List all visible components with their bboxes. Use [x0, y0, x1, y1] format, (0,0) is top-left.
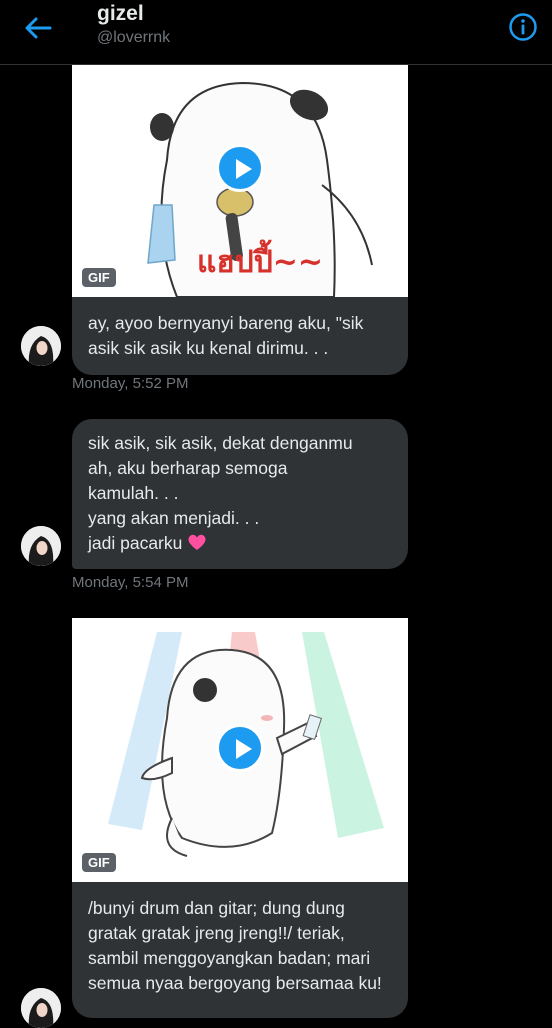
gif-badge: GIF — [82, 853, 116, 872]
message-text: sik asik, sik asik, dekat denganmu ah, a… — [72, 419, 408, 570]
message-text: ay, ayoo bernyanyi bareng aku, "sik asik… — [88, 313, 364, 358]
conversation-header: gizel @loverrnk — [0, 0, 552, 65]
gif-caption-text: แฮปปี้~~ — [197, 239, 323, 280]
message-timestamp: Monday, 5:54 PM — [72, 574, 189, 591]
avatar-image — [21, 326, 61, 366]
message-line: sik asik, sik asik, dekat denganmu — [88, 433, 353, 453]
avatar[interactable] — [21, 526, 61, 566]
play-button-icon[interactable] — [216, 724, 264, 772]
avatar[interactable] — [21, 326, 61, 366]
message-timestamp: Monday, 5:52 PM — [72, 375, 189, 392]
message-line: jadi pacarku — [88, 533, 183, 553]
message-line: ah, aku berharap semoga — [88, 458, 288, 478]
message-line: yang akan menjadi. . . — [88, 508, 260, 528]
avatar-image — [21, 988, 61, 1028]
gif-badge: GIF — [82, 268, 116, 287]
message-line: kamulah. . . — [88, 483, 179, 503]
message-text: /bunyi drum dan gitar; dung dung gratak … — [88, 898, 382, 993]
gif-message: GIF /bunyi drum dan gitar; dung dung gra… — [72, 618, 408, 1018]
avatar[interactable] — [21, 988, 61, 1028]
info-icon[interactable] — [508, 12, 538, 42]
conversation-name[interactable]: gizel — [97, 2, 144, 26]
back-arrow-icon[interactable] — [22, 14, 54, 42]
gif-media[interactable]: แฮปปี้~~ GIF — [72, 65, 408, 297]
gif-media[interactable]: GIF — [72, 618, 408, 882]
pink-heart-emoji-icon — [188, 534, 206, 550]
gif-message: แฮปปี้~~ GIF ay, ayoo bernyanyi bareng a… — [72, 65, 408, 375]
text-message-bubble: sik asik, sik asik, dekat denganmu ah, a… — [72, 419, 408, 569]
avatar-image — [21, 526, 61, 566]
play-button-icon[interactable] — [216, 144, 264, 192]
conversation-handle: @loverrnk — [97, 29, 171, 46]
